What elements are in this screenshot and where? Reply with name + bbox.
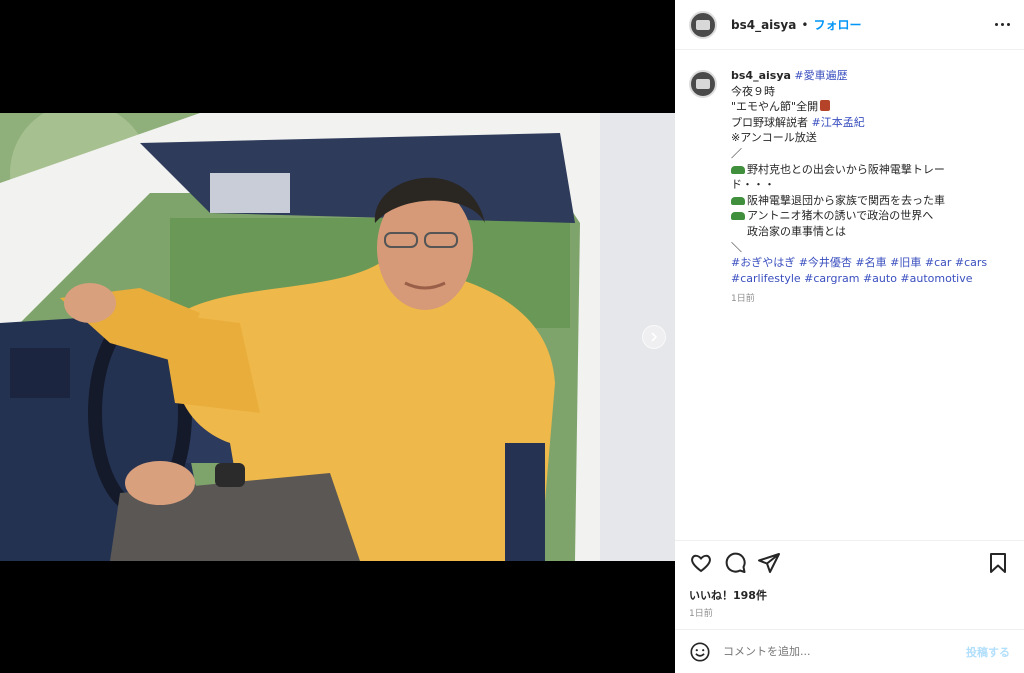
caption-item: ド・・・ (731, 178, 775, 192)
hashtag-links[interactable]: #carlifestyle #cargram #auto #automotive (731, 271, 987, 287)
post-timestamp: 1日前 (689, 609, 713, 619)
car-emoji-icon (731, 165, 745, 174)
car-emoji-icon (731, 212, 745, 221)
caption-username[interactable]: bs4_aisya (731, 69, 791, 82)
post-side-panel: bs4_aisya • フォロー bs4_aisya #愛車遍歴 今夜９時 "エ… (675, 0, 1024, 673)
fire-emoji-icon (820, 100, 831, 112)
caption-item: 野村克也との出会いから阪神電撃トレー (731, 162, 987, 178)
caption-body: bs4_aisya #愛車遍歴 今夜９時 "エモやん節"全開 プロ野球解説者 #… (731, 68, 987, 308)
share-icon[interactable] (757, 551, 781, 575)
caption-line: プロ野球解説者 #江本孟紀 (731, 115, 865, 129)
comment-bar: 投稿する (675, 629, 1024, 673)
comment-icon[interactable] (723, 551, 747, 575)
caption-item: 阪神電撃退団から家族で関西を去った車 (731, 193, 987, 209)
caption-avatar[interactable] (689, 70, 717, 98)
post-caption: bs4_aisya #愛車遍歴 今夜９時 "エモやん節"全開 プロ野球解説者 #… (689, 68, 1010, 308)
comment-input[interactable] (723, 645, 966, 658)
caption-line: ／ (731, 146, 742, 160)
post-actions-section: いいね！198件 1日前 (675, 540, 1024, 619)
caption-line: "エモやん節"全開 (731, 99, 987, 115)
action-bar (675, 541, 1024, 581)
chevron-right-icon (651, 332, 658, 342)
caption-timestamp: 1日前 (731, 294, 755, 305)
emoji-icon[interactable] (689, 641, 711, 663)
avatar[interactable] (689, 10, 717, 39)
caption-line: 今夜９時 (731, 84, 775, 98)
next-photo-button[interactable] (642, 325, 666, 349)
more-options-icon[interactable] (995, 23, 1010, 26)
likes-count[interactable]: いいね！198件 (675, 581, 1024, 603)
follow-button[interactable]: フォロー (813, 16, 861, 33)
post-comment-button[interactable]: 投稿する (966, 644, 1010, 660)
caption-item: 政治家の車事情とは (747, 224, 846, 238)
heart-icon[interactable] (689, 551, 713, 575)
bookmark-icon[interactable] (986, 551, 1010, 575)
post-media (0, 0, 675, 673)
post-photo[interactable] (0, 113, 675, 561)
hashtag-link[interactable]: #江本孟紀 (812, 116, 865, 129)
post-header: bs4_aisya • フォロー (675, 0, 1024, 50)
caption-line: ※アンコール放送 (731, 131, 817, 145)
username-link[interactable]: bs4_aisya (731, 18, 796, 32)
caption-item: アントニオ猪木の誘いで政治の世界へ (731, 208, 987, 224)
car-emoji-icon (731, 196, 745, 205)
caption-line: ＼ (731, 240, 742, 254)
photo-man-in-car-image (0, 113, 675, 561)
separator-dot: • (801, 17, 809, 32)
hashtag-links[interactable]: #おぎやはぎ #今井優杏 #名車 #旧車 #car #cars (731, 255, 987, 271)
hashtag-link[interactable]: #愛車遍歴 (794, 69, 847, 82)
